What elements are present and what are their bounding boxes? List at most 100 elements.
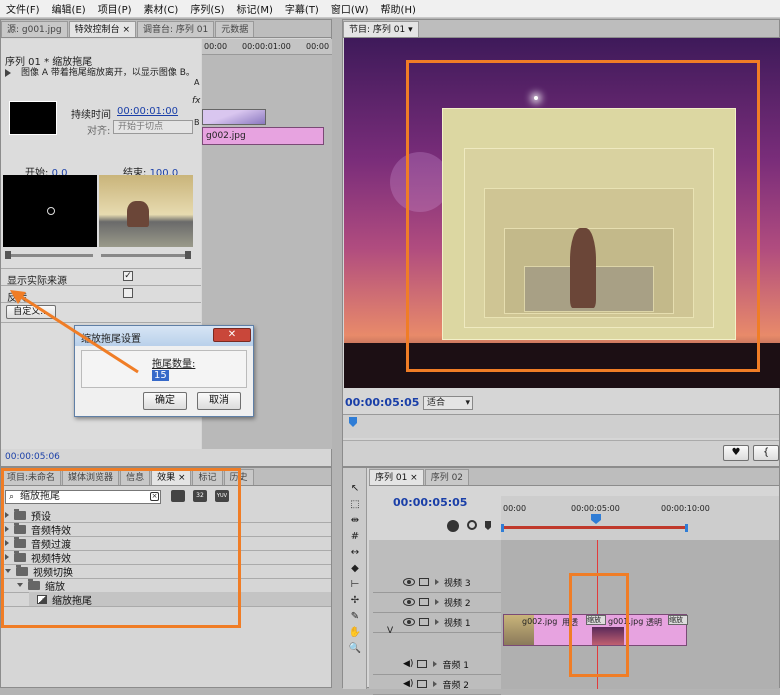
effects-tree-item[interactable]: 预设 <box>5 508 51 523</box>
collapsed-triangle-icon[interactable] <box>5 540 9 546</box>
eye-icon[interactable] <box>403 598 415 606</box>
row-divider <box>1 606 331 607</box>
tab-effects-panel[interactable]: 历史 <box>223 469 254 485</box>
track-name: 音频 2 <box>442 680 470 691</box>
effects-tree-item[interactable]: 音频过渡 <box>5 536 71 551</box>
program-playhead-icon[interactable] <box>349 417 357 427</box>
effects-tree-label: 缩放拖尾 <box>52 595 92 607</box>
folder-icon <box>14 536 26 548</box>
lock-icon[interactable] <box>419 598 429 606</box>
tab-effects-panel[interactable]: 信息 <box>120 469 151 485</box>
program-timecode[interactable]: 00:00:05:05 <box>345 396 419 409</box>
effects-tree-item[interactable]: 缩放 <box>17 578 65 593</box>
work-area-bar[interactable] <box>501 526 687 529</box>
razor-tool-icon[interactable]: ◆ <box>347 562 363 576</box>
track-header[interactable]: ◀) 音频 1 <box>373 654 501 674</box>
expanded-triangle-icon[interactable] <box>5 569 11 573</box>
timeline-ruler[interactable]: 00:00 00:00:05:00 00:00:10:00 <box>501 496 779 540</box>
selection-tool-icon[interactable]: ↖ <box>347 482 363 496</box>
transition-marker[interactable]: 缩放 <box>586 615 606 625</box>
yuv-effects-icon[interactable]: YUV <box>215 490 229 502</box>
set-encore-marker-icon[interactable] <box>467 520 477 530</box>
work-area-end[interactable] <box>685 524 688 532</box>
effects-tree-item[interactable]: 音频特效 <box>5 522 71 537</box>
tab-program[interactable]: 节目: 序列 01 ▾ <box>343 21 419 37</box>
collapsed-triangle-icon[interactable] <box>435 579 439 585</box>
transition-label: 缩放 <box>587 616 601 624</box>
video-target-label: V <box>387 626 394 636</box>
collapsed-triangle-icon[interactable] <box>5 512 9 518</box>
lock-icon[interactable] <box>417 680 428 688</box>
zoom-tool-icon[interactable]: 🔍 <box>347 642 363 656</box>
32bit-effects-icon[interactable]: 32 <box>193 490 207 502</box>
effects-tree-item[interactable]: 视频特效 <box>5 550 71 565</box>
track-name: 视频 3 <box>444 578 471 589</box>
track-name: 视频 2 <box>444 598 471 609</box>
fit-value: 适合 <box>427 398 446 408</box>
effects-tree-item[interactable]: 缩放拖尾 <box>29 592 331 607</box>
ripple-edit-tool-icon[interactable]: ⇹ <box>347 514 363 528</box>
track-name: 视频 1 <box>444 618 471 629</box>
program-time-ruler[interactable] <box>343 414 779 438</box>
tab-sequence[interactable]: 序列 01 × <box>369 469 424 485</box>
slide-tool-icon[interactable]: ✢ <box>347 594 363 608</box>
snap-icon[interactable] <box>447 520 459 532</box>
tab-effects-panel[interactable]: 效果 × <box>151 469 192 485</box>
clip-label: g001.jpg <box>608 617 644 626</box>
clip-thumbnail <box>592 627 624 645</box>
rate-stretch-tool-icon[interactable]: ↔ <box>347 546 363 560</box>
eye-icon[interactable] <box>403 578 415 586</box>
lock-icon[interactable] <box>417 660 428 668</box>
pen-tool-icon[interactable]: ✎ <box>347 610 363 624</box>
ruler-tick-label: 00:00 <box>503 504 527 513</box>
track-header[interactable]: ◀) 音频 2 <box>373 674 501 694</box>
accelerated-effects-icon[interactable] <box>171 490 185 502</box>
track-header[interactable]: 视频 3 <box>373 572 501 592</box>
effects-tree-item[interactable]: 视频切换 <box>5 564 73 579</box>
lock-icon[interactable] <box>419 618 429 626</box>
track-select-tool-icon[interactable]: ⬚ <box>347 498 363 512</box>
tab-sequence[interactable]: 序列 02 <box>424 469 470 485</box>
program-monitor-panel: 节目: 序列 01 ▾ 00:00:05:05 适合 ▾ ♥ { <box>342 19 780 467</box>
add-marker-icon[interactable] <box>485 521 491 530</box>
lock-icon[interactable] <box>419 578 429 586</box>
tools-panel: ↖ ⬚ ⇹ # ↔ ◆ ⊢ ✢ ✎ ✋ 🔍 <box>343 468 367 689</box>
collapsed-triangle-icon[interactable] <box>435 599 439 605</box>
slip-tool-icon[interactable]: ⊢ <box>347 578 363 592</box>
timeline-timecode[interactable]: 00:00:05:05 <box>393 496 467 509</box>
work-area-start[interactable] <box>501 524 504 532</box>
search-icon: ⌕ <box>9 492 15 502</box>
speaker-icon[interactable]: ◀) <box>403 659 413 669</box>
effects-panel: 项目:未命名 媒体浏览器 信息 效果 × 标记 历史 ⌕ 缩放拖尾 × 32 YUV 预设… <box>0 467 332 688</box>
clip-label: g002.jpg <box>522 617 558 626</box>
fit-dropdown[interactable]: 适合 ▾ <box>423 396 473 410</box>
track-header[interactable]: 视频 2 <box>373 592 501 612</box>
eye-icon[interactable] <box>403 618 415 626</box>
collapsed-triangle-icon[interactable] <box>433 681 438 687</box>
collapsed-triangle-icon[interactable] <box>5 554 9 560</box>
star-icon <box>534 96 538 100</box>
effects-search-input[interactable]: ⌕ 缩放拖尾 × <box>5 490 161 504</box>
clear-search-icon[interactable]: × <box>150 492 159 501</box>
marker-button[interactable]: ♥ <box>723 445 749 461</box>
tab-effects-panel[interactable]: 标记 <box>192 469 223 485</box>
effects-tree-label: 音频过渡 <box>31 539 71 551</box>
chevron-down-icon[interactable]: ▾ <box>408 25 413 35</box>
video1-clip-strip[interactable]: g002.jpg 用透 缩放 g001.jpg 透明 缩放 <box>503 614 688 646</box>
collapsed-triangle-icon[interactable] <box>435 619 439 625</box>
ruler-tick-label: 00:00:05:00 <box>571 504 620 513</box>
folder-icon <box>16 564 28 576</box>
rolling-edit-tool-icon[interactable]: # <box>347 530 363 544</box>
hand-tool-icon[interactable]: ✋ <box>347 626 363 640</box>
collapsed-triangle-icon[interactable] <box>5 526 9 532</box>
transition-marker[interactable]: 缩放 <box>668 615 688 625</box>
tab-effects-panel[interactable]: 项目:未命名 <box>1 469 62 485</box>
clip-label: 透明 <box>646 618 662 627</box>
collapsed-triangle-icon[interactable] <box>433 661 438 667</box>
effects-tabs: 项目:未命名 媒体浏览器 信息 效果 × 标记 历史 <box>1 468 331 486</box>
expanded-triangle-icon[interactable] <box>17 583 23 587</box>
in-point-button[interactable]: { <box>753 445 779 461</box>
tab-effects-panel[interactable]: 媒体浏览器 <box>62 469 120 485</box>
effects-tree: 预设 音频特效音频过渡 视频特效 视频切换 缩放缩放拖尾 <box>1 508 331 628</box>
playhead-icon[interactable] <box>591 514 601 524</box>
